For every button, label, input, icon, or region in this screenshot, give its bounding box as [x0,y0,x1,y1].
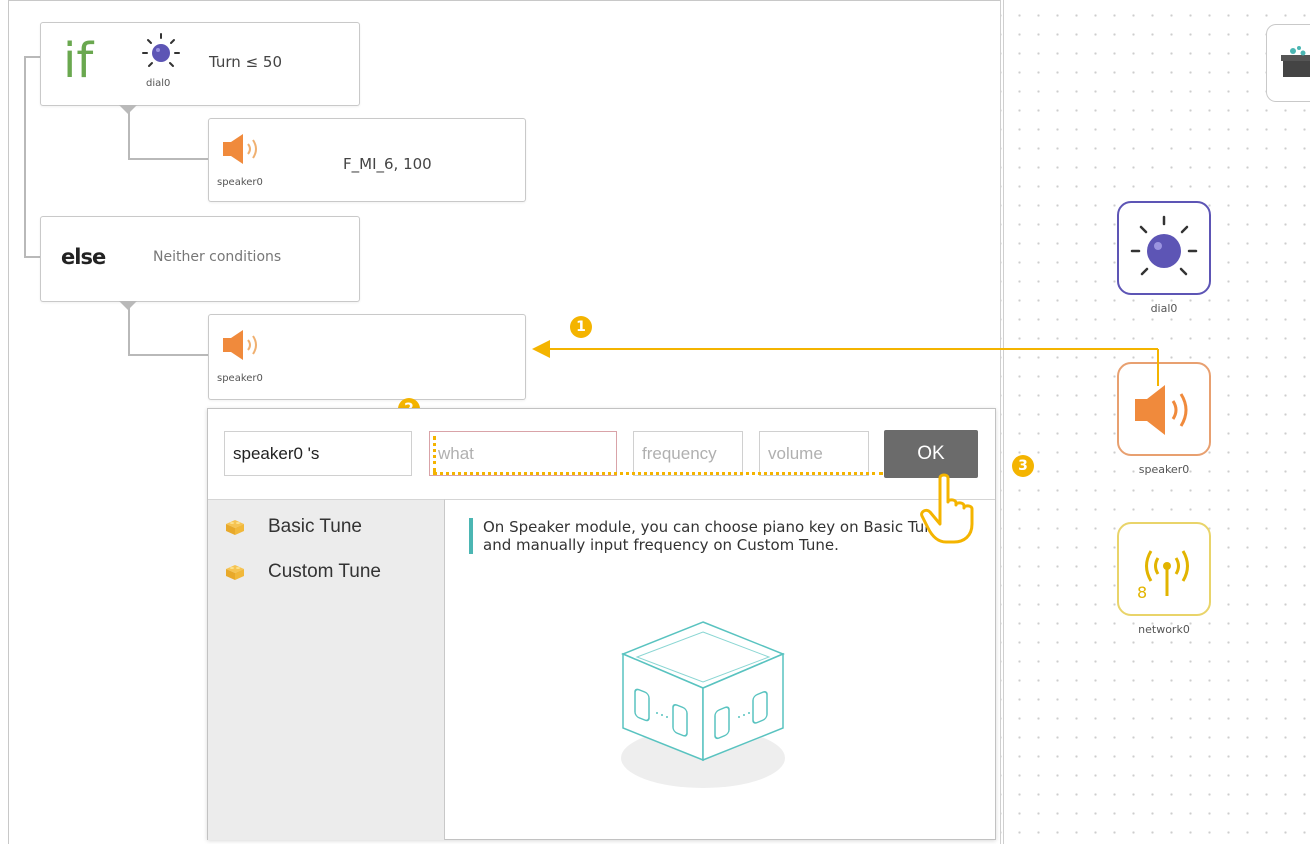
partial-module-tile[interactable] [1266,24,1310,102]
notch-icon [119,301,137,310]
else-text: Neither conditions [153,249,282,265]
dial-module-label: dial0 [1150,302,1178,315]
else-connector-tail [24,256,40,258]
help-content: On Speaker module, you can choose piano … [445,499,995,840]
what-field[interactable]: what [429,431,617,476]
highlight-underline [433,472,883,475]
speaker-module-label: speaker0 [1138,463,1190,476]
tune-item-custom[interactable]: Custom Tune [224,557,381,587]
if-keyword: if [63,33,94,89]
highlight-left [433,436,436,472]
tune-item-basic-label: Basic Tune [268,516,362,537]
if-block[interactable]: if dial0 Turn ≤ 50 [40,22,360,106]
else-keyword: else [61,245,106,269]
dial-icon [142,33,180,67]
speaker-settings-dialog: speaker0 's what frequency volume OK Bas… [207,408,996,840]
speaker-icon [223,134,257,164]
svg-text:8: 8 [1137,583,1147,602]
dial-icon [1130,215,1198,276]
if-module-label: dial0 [146,78,171,89]
else-action-connector [128,302,210,356]
ok-button[interactable]: OK [884,430,978,478]
speaker-icon [223,330,257,360]
drag-arrow [532,340,1159,386]
module-panel: dial0 speaker0 8 network0 [1000,0,1310,844]
speaker-icon [1135,385,1188,435]
action1-module-label: speaker0 [217,177,263,188]
if-condition: Turn ≤ 50 [209,53,282,71]
action2-module-label: speaker0 [217,373,263,384]
brick-icon [226,520,244,535]
speaker-action-block-1[interactable]: speaker0 F_MI_6, 100 [208,118,526,202]
speaker-action-block-2[interactable]: speaker0 [208,314,526,400]
step-badge-3: 3 [1012,455,1034,477]
step-badge-1: 1 [570,316,592,338]
brick-icon [226,565,244,580]
antenna-icon: 8 [1137,550,1189,602]
network-module-tile[interactable]: 8 [1117,522,1211,616]
notch-icon [119,105,137,114]
help-description: On Speaker module, you can choose piano … [469,518,973,554]
frequency-field[interactable]: frequency [633,431,743,476]
if-action-connector [128,106,210,160]
speaker-module-illustration [621,621,785,788]
volume-field[interactable]: volume [759,431,869,476]
action1-value: F_MI_6, 100 [343,155,432,173]
network-module-label: network0 [1138,623,1190,636]
tune-sidebar: Basic Tune Custom Tune [208,499,445,840]
tune-item-custom-label: Custom Tune [268,561,381,582]
network-box-icon [1281,46,1310,77]
dial-module-tile[interactable] [1117,201,1211,295]
tune-item-basic[interactable]: Basic Tune [224,512,362,542]
module-name-field[interactable]: speaker0 's [224,431,412,476]
else-block[interactable]: else Neither conditions [40,216,360,302]
hand-pointer-icon [920,473,974,544]
